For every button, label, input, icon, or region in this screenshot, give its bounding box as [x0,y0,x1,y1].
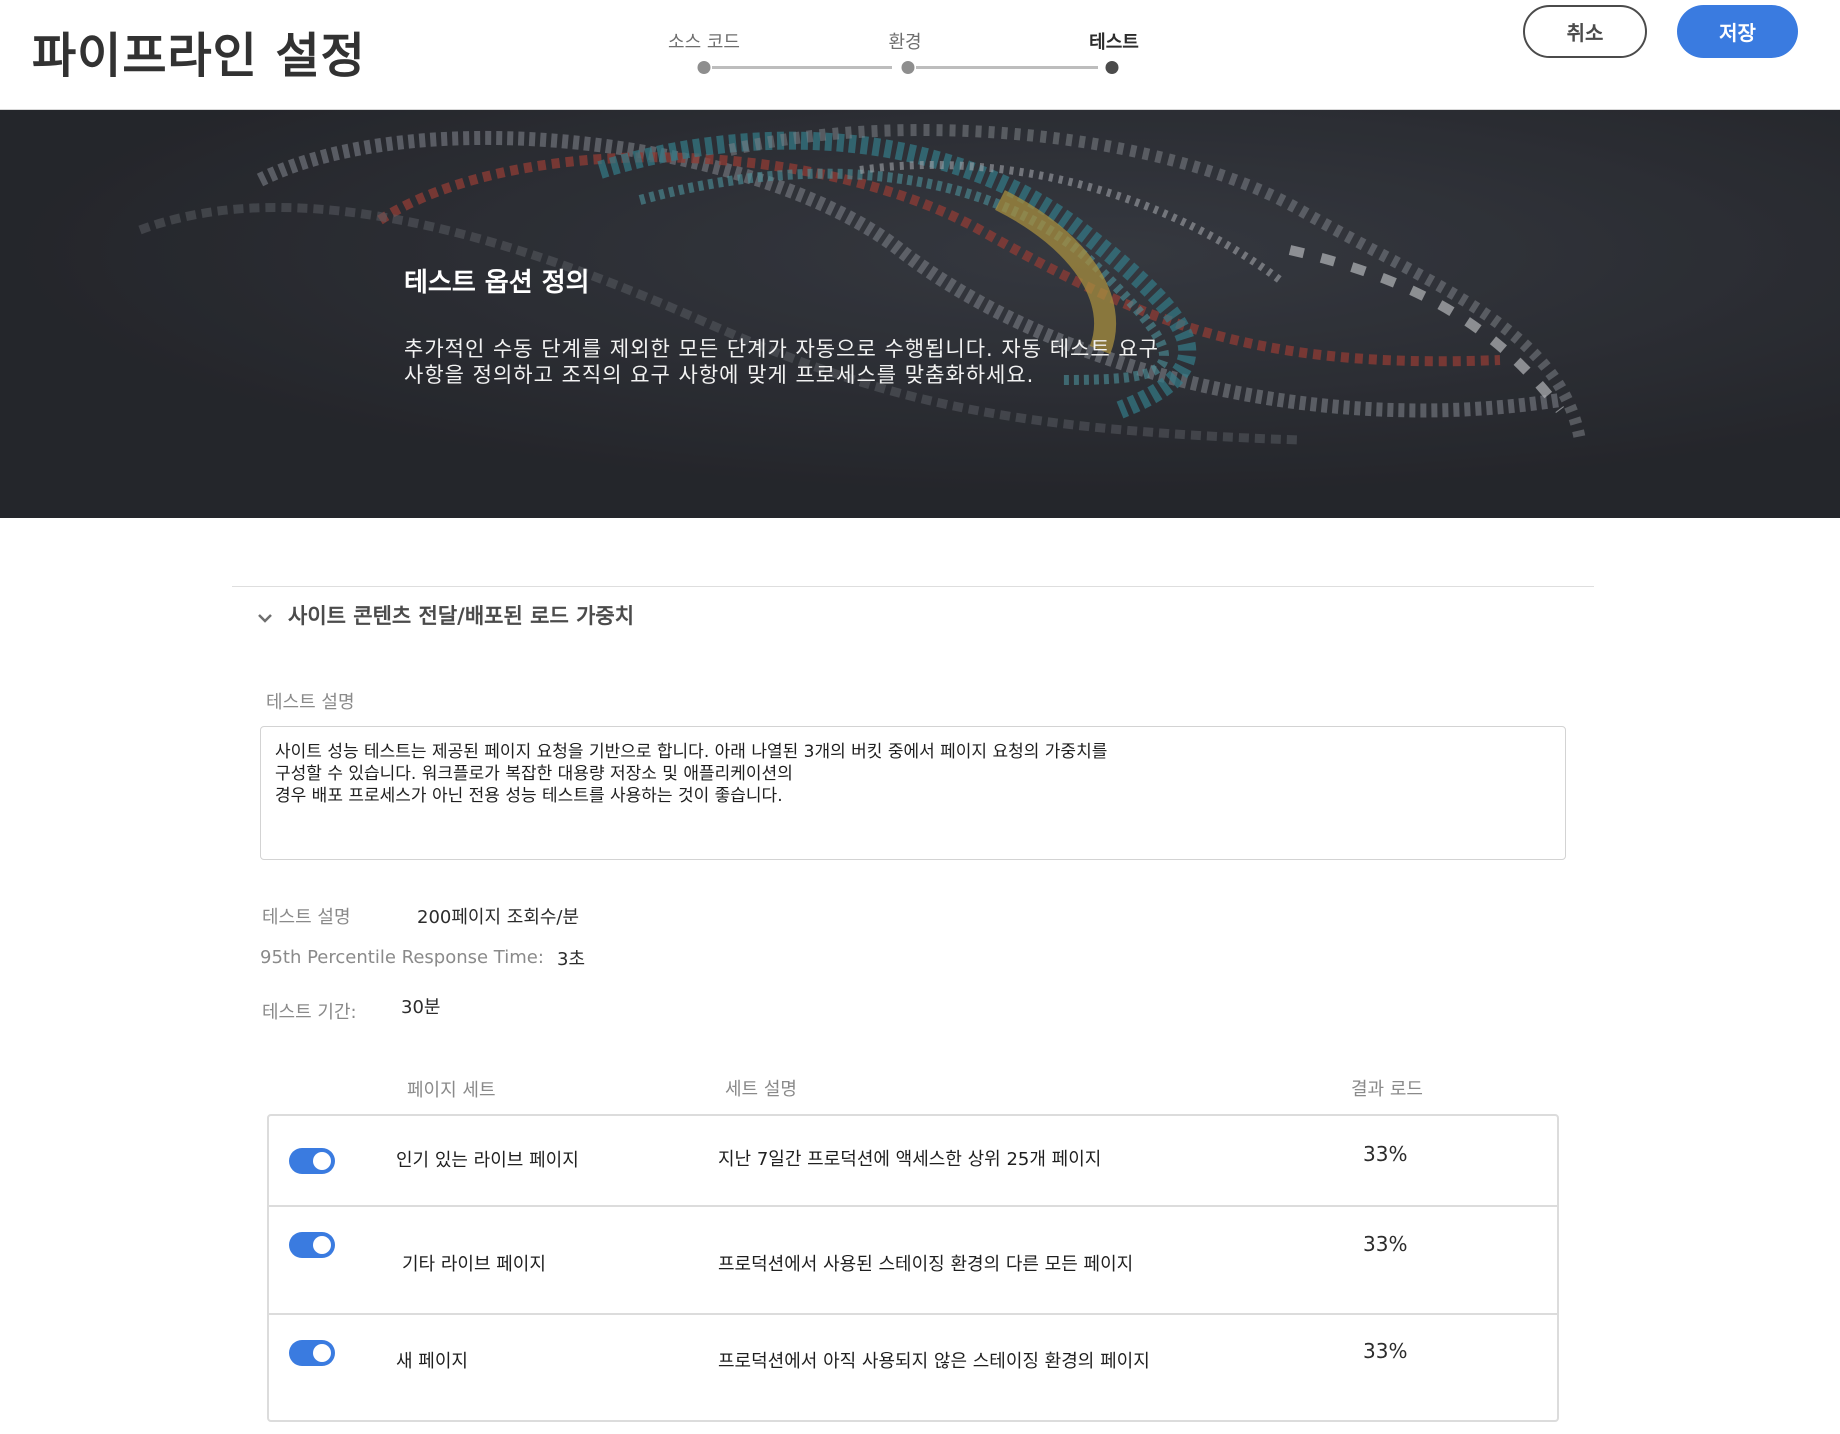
page-set-name: 인기 있는 라이브 페이지 [396,1150,579,1171]
page-set-load: 33% [1363,1142,1408,1166]
hero-background-art [0,110,1840,518]
response-time-value: 3초 [557,949,586,970]
hero-title: 테스트 옵션 정의 [404,268,590,298]
toggle-knob [313,1236,331,1254]
top-bar: 파이프라인 설정 소스 코드 환경 테스트 취소 저장 [0,0,1840,110]
test-duration-label: 테스트 기간: [262,1002,357,1023]
step-environment[interactable]: 환경 [888,28,921,54]
hero-description-line: 추가적인 수동 단계를 제외한 모든 단계가 자동으로 수행됩니다. 자동 테스… [404,337,1159,361]
page-set-toggle[interactable] [289,1232,335,1258]
hero-description: 추가적인 수동 단계를 제외한 모든 단계가 자동으로 수행됩니다. 자동 테스… [404,336,1224,388]
page-set-table: 인기 있는 라이브 페이지 지난 7일간 프로덕션에 액세스한 상위 25개 페… [267,1114,1559,1422]
table-row: 인기 있는 라이브 페이지 지난 7일간 프로덕션에 액세스한 상위 25개 페… [269,1116,1557,1207]
page-set-name: 새 페이지 [396,1351,468,1372]
page-set-load: 33% [1363,1232,1408,1256]
response-time-label: 95th Percentile Response Time: [260,947,544,968]
column-header-page-set: 페이지 세트 [407,1080,496,1101]
page-rate-label: 테스트 설명 [262,907,351,928]
hero-description-line: 사항을 정의하고 조직의 요구 사항에 맞게 프로세스를 맞춤화하세요. [404,363,1035,387]
page-set-name: 기타 라이브 페이지 [402,1254,546,1275]
step-test[interactable]: 테스트 [1089,28,1139,54]
table-row: 새 페이지 프로덕션에서 아직 사용되지 않은 스테이징 환경의 페이지 33% [269,1315,1557,1420]
chevron-down-icon [258,614,272,623]
test-description-textarea[interactable]: 사이트 성능 테스트는 제공된 페이지 요청을 기반으로 합니다. 아래 나열된… [260,726,1566,860]
test-duration-value: 30분 [401,997,441,1018]
page-set-toggle[interactable] [289,1148,335,1174]
table-row: 기타 라이브 페이지 프로덕션에서 사용된 스테이징 환경의 다른 모든 페이지… [269,1207,1557,1315]
step-test-dot [1105,61,1119,74]
section-title: 사이트 콘텐츠 전달/배포된 로드 가중치 [288,604,635,628]
section-divider [232,586,1594,587]
hero-banner: 테스트 옵션 정의 추가적인 수동 단계를 제외한 모든 단계가 자동으로 수행… [0,110,1840,518]
page-set-description: 프로덕션에서 사용된 스테이징 환경의 다른 모든 페이지 [718,1254,1134,1275]
column-header-set-description: 세트 설명 [725,1079,797,1100]
cancel-button[interactable]: 취소 [1523,5,1647,58]
page-set-toggle[interactable] [289,1340,335,1366]
stepper-connector [916,66,1098,69]
stepper-connector [712,66,892,69]
column-header-result-load: 결과 로드 [1351,1079,1423,1100]
save-button[interactable]: 저장 [1677,5,1798,58]
page-set-description: 지난 7일간 프로덕션에 액세스한 상위 25개 페이지 [718,1149,1102,1170]
page-set-description: 프로덕션에서 아직 사용되지 않은 스테이징 환경의 페이지 [718,1351,1150,1372]
section-accordion-header[interactable]: 사이트 콘텐츠 전달/배포된 로드 가중치 [254,600,634,630]
page-rate-value: 200페이지 조회수/분 [417,907,580,928]
test-description-label: 테스트 설명 [266,692,355,713]
page-set-load: 33% [1363,1339,1408,1363]
step-source-code[interactable]: 소스 코드 [668,28,740,54]
step-environment-dot [901,61,915,74]
toggle-knob [313,1152,331,1170]
toggle-knob [313,1344,331,1362]
step-source-code-dot [697,61,711,74]
